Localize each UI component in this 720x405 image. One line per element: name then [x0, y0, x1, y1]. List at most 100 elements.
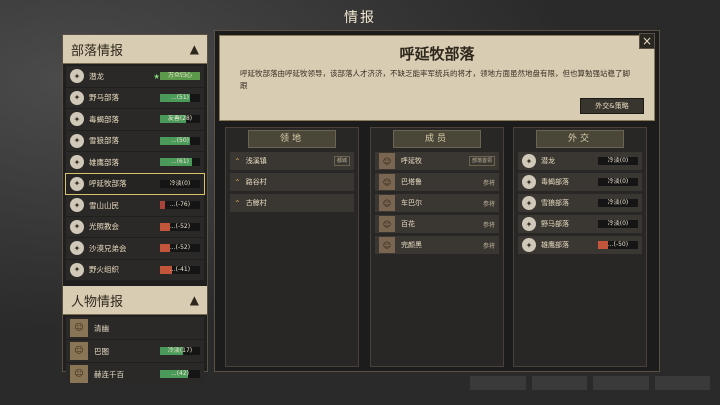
people-header-label: 人物情报	[71, 294, 124, 310]
tribe-emblem-icon: ✦	[70, 69, 84, 84]
diplomacy-name: 雪狼部落	[541, 199, 569, 207]
tribe-name: 沙漠兄弟会	[89, 243, 127, 253]
tribe-row[interactable]: ✦ 沙漠兄弟会 ...(-52)	[66, 238, 204, 259]
member-item[interactable]: ☺ 百花 参将	[375, 215, 499, 233]
relation-bar: ...(-50)	[598, 241, 638, 249]
territory-name: 古鲸村	[245, 199, 267, 207]
territory-item[interactable]: ⌃ 浅溪镇 都城	[230, 152, 354, 170]
capital-badge: 都城	[333, 156, 350, 166]
chevron-up-icon[interactable]: ▲	[190, 293, 199, 307]
tribe-name: 雪山山民	[89, 200, 119, 210]
diplomacy-item[interactable]: ✦ 潜龙 冷淡(0)	[518, 152, 642, 170]
relation-bar: ...(50)	[160, 136, 200, 145]
members-list: ☺ 呼延牧 部落首领 ☺ 巴塔鲁 参将 ☺ 车巴尔 参将 ☺ 百花 参将 ☺ 完颜黑 参将	[375, 152, 499, 257]
relation-bar: 冷淡(0)	[160, 179, 200, 188]
relation-fill	[160, 222, 170, 231]
relation-bar: 冷淡(0)	[598, 199, 638, 207]
relation-bar: 冷淡(0)	[598, 178, 638, 186]
tribe-row[interactable]: ✦ 毒蝎部落 友善(28)	[66, 109, 204, 130]
window-title: 情报	[344, 10, 376, 26]
tribe-emblem-icon: ✦	[70, 155, 84, 170]
relation-bar: 冷淡(17)	[160, 347, 200, 355]
tribe-title: 呼延牧部落	[399, 45, 475, 63]
territory-name: 路谷村	[245, 178, 267, 186]
members-header: 成员	[393, 130, 481, 148]
tribe-row[interactable]: ✦ 潜龙 ★万众归心(100)	[66, 66, 204, 87]
member-name: 车巴尔	[401, 199, 422, 207]
close-icon[interactable]: ×	[639, 33, 655, 49]
member-item[interactable]: ☺ 车巴尔 参将	[375, 194, 499, 212]
tribe-row[interactable]: ✦ 雪山山民 ...(-76)	[66, 195, 204, 216]
diplomacy-list: ✦ 潜龙 冷淡(0) ✦ 毒蝎部落 冷淡(0) ✦ 雪狼部落 冷淡(0) ✦ 野马部落 冷淡(0) ✦ 雄…	[518, 152, 642, 257]
tribe-row[interactable]: ✦ 野马部落 ...(51)	[66, 87, 204, 108]
territory-item[interactable]: ⌃ 路谷村	[230, 173, 354, 191]
tribe-emblem-icon: ✦	[70, 90, 84, 105]
tribe-row[interactable]: ✦ 呼延牧部落 冷淡(0)	[65, 172, 205, 195]
toolbar-slot[interactable]	[593, 376, 649, 390]
tribe-row[interactable]: ✦ 雄鹰部落 ...(61)	[66, 152, 204, 173]
territory-name: 浅溪镇	[245, 157, 267, 165]
tribe-row[interactable]: ✦ 光照教会 ...(-52)	[66, 216, 204, 237]
diplomacy-name: 野马部落	[541, 220, 569, 228]
member-role: 参将	[482, 200, 495, 208]
relation-text: ...(42)	[170, 370, 190, 377]
diplomacy-name: 毒蝎部落	[541, 178, 569, 186]
member-name: 完颜黑	[401, 241, 422, 249]
portrait-icon: ☺	[70, 365, 88, 383]
tribe-emblem-icon: ✦	[70, 133, 84, 148]
person-row[interactable]: ☺ 清幽	[66, 317, 204, 339]
relation-text: 冷淡(17)	[167, 347, 193, 354]
tribe-row[interactable]: ✦ 雪狼部落 ...(50)	[66, 130, 204, 151]
portrait-icon: ☺	[379, 195, 395, 211]
diplomacy-header: 外交	[536, 130, 624, 148]
tribe-emblem-icon: ✦	[522, 217, 536, 231]
tribe-emblem-icon: ✦	[70, 198, 84, 213]
toolbar-slot[interactable]	[654, 376, 710, 390]
relation-bar: 冷淡(0)	[598, 157, 638, 165]
relation-text: ...(-52)	[169, 244, 191, 252]
relation-bar: ...(61)	[160, 158, 200, 167]
relation-bar: ...(-41)	[160, 265, 200, 274]
relation-fill	[598, 241, 608, 249]
tribe-name: 雪狼部落	[89, 136, 119, 146]
tribe-emblem-icon: ✦	[70, 262, 84, 277]
diplomacy-item[interactable]: ✦ 雄鹰部落 ...(-50)	[518, 236, 642, 254]
tribe-info-card: 呼延牧部落 呼延牧部落由呼延牧领导，该部落人才济济，不缺乏能率军统兵的将才，领地…	[219, 35, 655, 121]
relation-text: 冷淡(0)	[169, 179, 191, 187]
people-section-header[interactable]: 人物情报 ▲	[63, 286, 207, 315]
chevron-up-icon[interactable]: ▲	[190, 42, 199, 56]
tribe-row[interactable]: ✦ 野火组织 ...(-41)	[66, 259, 204, 280]
tribe-name: 潜龙	[89, 71, 104, 81]
bottom-toolbar	[470, 376, 710, 390]
toolbar-slot[interactable]	[531, 376, 587, 390]
relation-bar: ...(51)	[160, 93, 200, 102]
portrait-icon: ☺	[379, 174, 395, 190]
relation-text: ...(-50)	[607, 241, 629, 248]
tribe-emblem-icon: ✦	[522, 154, 536, 168]
diplomacy-strategy-button[interactable]: 外交&策略	[580, 98, 644, 114]
relation-text: 冷淡(0)	[607, 199, 629, 206]
member-item[interactable]: ☺ 呼延牧 部落首领	[375, 152, 499, 170]
territory-item[interactable]: ⌃ 古鲸村	[230, 194, 354, 212]
chevron-up-icon: ⌃	[234, 198, 241, 208]
person-name: 赫连千百	[94, 369, 124, 379]
tribe-description: 呼延牧部落由呼延牧领导，该部落人才济济，不缺乏能率军统兵的将才，领地方面虽然地盘…	[240, 69, 630, 90]
member-name: 百花	[401, 220, 415, 228]
tribes-section-header[interactable]: 部落情报 ▲	[63, 35, 207, 64]
diplomacy-item[interactable]: ✦ 雪狼部落 冷淡(0)	[518, 194, 642, 212]
person-row[interactable]: ☺ 赫连千百 ...(42)	[66, 363, 204, 385]
relation-text: 友善(28)	[167, 115, 193, 123]
portrait-icon: ☺	[70, 319, 88, 337]
diplomacy-item[interactable]: ✦ 毒蝎部落 冷淡(0)	[518, 173, 642, 191]
relation-text: ...(51)	[170, 93, 190, 101]
tribe-emblem-icon: ✦	[70, 112, 84, 127]
diplomacy-item[interactable]: ✦ 野马部落 冷淡(0)	[518, 215, 642, 233]
tribes-header-label: 部落情报	[71, 43, 124, 59]
member-item[interactable]: ☺ 完颜黑 参将	[375, 236, 499, 254]
members-column: 成员 ☺ 呼延牧 部落首领 ☺ 巴塔鲁 参将 ☺ 车巴尔 参将 ☺ 百花 参将 ☺ 完颜黑 参将	[370, 127, 504, 367]
person-row[interactable]: ☺ 巴图 冷淡(17)	[66, 340, 204, 362]
toolbar-slot[interactable]	[470, 376, 526, 390]
portrait-icon: ☺	[379, 216, 395, 232]
member-item[interactable]: ☺ 巴塔鲁 参将	[375, 173, 499, 191]
portrait-icon: ☺	[379, 237, 395, 253]
